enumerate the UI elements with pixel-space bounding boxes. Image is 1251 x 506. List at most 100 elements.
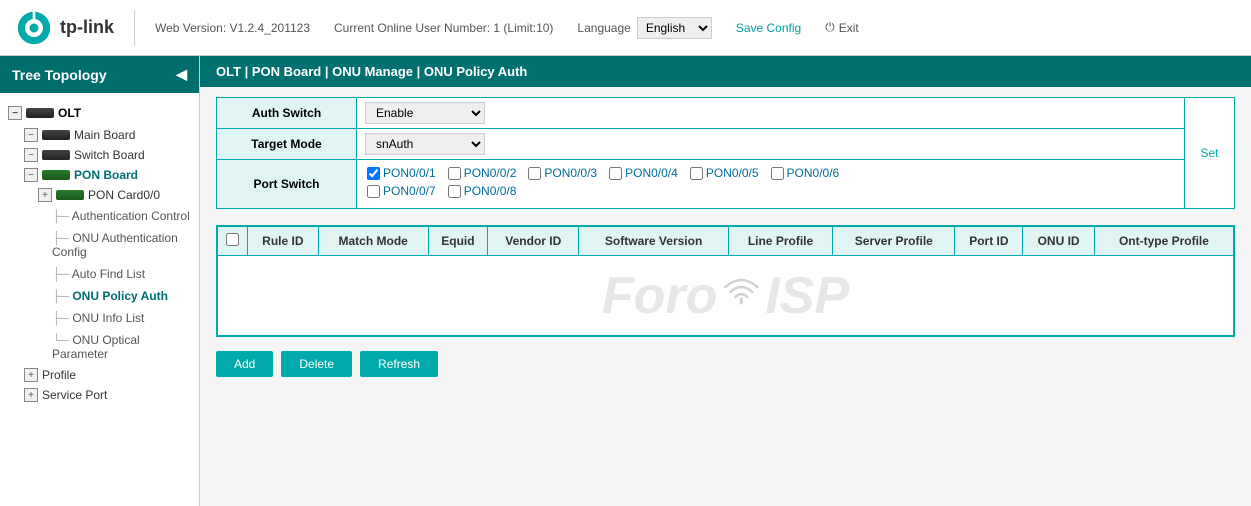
- col-match-mode: Match Mode: [318, 227, 428, 256]
- port-switch-cell: PON0/0/1 PON0/0/2 PON0/0/3 PON0/0/4 PON0…: [357, 160, 1185, 209]
- tree-item-service-port[interactable]: + Service Port: [16, 385, 199, 405]
- minus-icon-switch: −: [24, 148, 38, 162]
- tp-link-logo-icon: [16, 10, 52, 46]
- delete-button[interactable]: Delete: [281, 351, 352, 377]
- col-server-profile: Server Profile: [833, 227, 955, 256]
- tree-item-pon-board[interactable]: − PON Board: [16, 165, 199, 185]
- pon-board-label: PON Board: [74, 168, 138, 182]
- content-area: OLT | PON Board | ONU Manage | ONU Polic…: [200, 56, 1251, 506]
- menu-item-auth-control[interactable]: ├─ Authentication Control: [0, 205, 199, 227]
- data-table: Rule ID Match Mode Equid Vendor ID Softw…: [217, 226, 1234, 336]
- main-board-icon: [42, 130, 70, 140]
- port-pon008-label[interactable]: PON0/0/8: [448, 184, 517, 198]
- menu-item-onu-auth-config[interactable]: ├─ ONU Authentication Config: [0, 227, 199, 263]
- col-equid: Equid: [428, 227, 487, 256]
- tree-item-pon-card[interactable]: + PON Card0/0: [30, 185, 199, 205]
- target-mode-select[interactable]: snAuth macAuth loidAuth: [365, 133, 485, 155]
- profile-label: Profile: [42, 368, 76, 382]
- online-users-label: Current Online User Number: 1 (Limit:10): [334, 21, 553, 35]
- language-selector[interactable]: Language English Chinese: [577, 17, 711, 39]
- config-table: Auth Switch Enable Disable Set Target Mo…: [216, 97, 1235, 209]
- add-button[interactable]: Add: [216, 351, 273, 377]
- sidebar-header: Tree Topology ◀: [0, 56, 199, 93]
- col-rule-id: Rule ID: [248, 227, 319, 256]
- tree-line4: ├─: [52, 289, 72, 303]
- olt-label: OLT: [58, 106, 81, 120]
- service-port-label: Service Port: [42, 388, 107, 402]
- menu-item-onu-info-list[interactable]: ├─ ONU Info List: [0, 307, 199, 329]
- main-board-label: Main Board: [74, 128, 135, 142]
- auth-switch-select[interactable]: Enable Disable: [365, 102, 485, 124]
- tree-line: ├─: [52, 209, 72, 223]
- watermark-text2: ISP: [765, 266, 849, 326]
- col-ont-type-profile: Ont-type Profile: [1094, 227, 1233, 256]
- auth-switch-label: Auth Switch: [217, 98, 357, 129]
- refresh-button[interactable]: Refresh: [360, 351, 438, 377]
- port-pon005-label[interactable]: PON0/0/5: [690, 166, 759, 180]
- tree-item-olt[interactable]: − OLT: [0, 101, 199, 125]
- pon-card-label: PON Card0/0: [88, 188, 160, 202]
- tree-line6: └─: [52, 333, 72, 347]
- watermark-text1: Foro: [602, 266, 718, 326]
- minus-icon-pon: −: [24, 168, 38, 182]
- sidebar-title: Tree Topology: [12, 67, 107, 83]
- port-pon002-checkbox[interactable]: [448, 167, 461, 180]
- tree-item-profile[interactable]: + Profile: [16, 365, 199, 385]
- port-pon006-label[interactable]: PON0/0/6: [771, 166, 840, 180]
- sidebar: Tree Topology ◀ − OLT − Main Board: [0, 56, 200, 506]
- col-software-version: Software Version: [579, 227, 728, 256]
- plus-icon-profile: +: [24, 368, 38, 382]
- menu-item-onu-policy-auth[interactable]: ├─ ONU Policy Auth: [0, 285, 199, 307]
- target-mode-value-cell: snAuth macAuth loidAuth: [357, 129, 1185, 160]
- port-pon002-label[interactable]: PON0/0/2: [448, 166, 517, 180]
- set-button[interactable]: Set: [1185, 98, 1235, 209]
- port-pon007-checkbox[interactable]: [367, 185, 380, 198]
- col-port-id: Port ID: [955, 227, 1023, 256]
- port-pon001-label[interactable]: PON0/0/1: [367, 166, 436, 180]
- minus-icon: −: [8, 106, 22, 120]
- menu-item-auto-find[interactable]: ├─ Auto Find List: [0, 263, 199, 285]
- port-pon007-label[interactable]: PON0/0/7: [367, 184, 436, 198]
- exit-label: Exit: [839, 21, 859, 35]
- port-switch-label: Port Switch: [217, 160, 357, 209]
- data-table-container: Rule ID Match Mode Equid Vendor ID Softw…: [216, 225, 1235, 337]
- wifi-icon: [721, 271, 761, 320]
- tree-item-switch-board[interactable]: − Switch Board: [16, 145, 199, 165]
- tree-item-main-board[interactable]: − Main Board: [16, 125, 199, 145]
- header: tp-link Web Version: V1.2.4_201123 Curre…: [0, 0, 1251, 56]
- exit-button[interactable]: ⏻ Exit: [825, 20, 859, 35]
- menu-item-onu-optical[interactable]: └─ ONU Optical Parameter: [0, 329, 199, 365]
- port-pon004-label[interactable]: PON0/0/4: [609, 166, 678, 180]
- port-pon003-label[interactable]: PON0/0/3: [528, 166, 597, 180]
- port-pon003-checkbox[interactable]: [528, 167, 541, 180]
- col-checkbox: [218, 227, 248, 256]
- language-select[interactable]: English Chinese: [637, 17, 712, 39]
- switch-board-label: Switch Board: [74, 148, 145, 162]
- watermark: Foro ISP: [602, 266, 849, 326]
- tree-line2: ├─: [52, 231, 72, 245]
- select-all-checkbox[interactable]: [226, 233, 239, 246]
- port-row-1: PON0/0/1 PON0/0/2 PON0/0/3 PON0/0/4 PON0…: [367, 166, 1174, 180]
- data-table-body: Foro ISP: [218, 256, 1234, 336]
- main-layout: Tree Topology ◀ − OLT − Main Board: [0, 56, 1251, 506]
- empty-row: Foro ISP: [218, 256, 1234, 336]
- breadcrumb: OLT | PON Board | ONU Manage | ONU Polic…: [200, 56, 1251, 87]
- col-vendor-id: Vendor ID: [488, 227, 579, 256]
- collapse-icon[interactable]: ◀: [176, 66, 187, 83]
- save-config-button[interactable]: Save Config: [736, 21, 801, 35]
- auth-switch-value-cell: Enable Disable: [357, 98, 1185, 129]
- port-pon006-checkbox[interactable]: [771, 167, 784, 180]
- pon-card-icon: [56, 190, 84, 200]
- port-pon004-checkbox[interactable]: [609, 167, 622, 180]
- col-line-profile: Line Profile: [728, 227, 832, 256]
- port-row-2: PON0/0/7 PON0/0/8: [367, 184, 1174, 198]
- port-pon008-checkbox[interactable]: [448, 185, 461, 198]
- port-pon001-checkbox[interactable]: [367, 167, 380, 180]
- switch-board-icon: [42, 150, 70, 160]
- logo-text: tp-link: [60, 17, 114, 38]
- port-pon005-checkbox[interactable]: [690, 167, 703, 180]
- olt-device-icon: [26, 108, 54, 118]
- watermark-area: Rule ID Match Mode Equid Vendor ID Softw…: [217, 226, 1234, 336]
- button-row: Add Delete Refresh: [200, 343, 1251, 385]
- tree-line5: ├─: [52, 311, 72, 325]
